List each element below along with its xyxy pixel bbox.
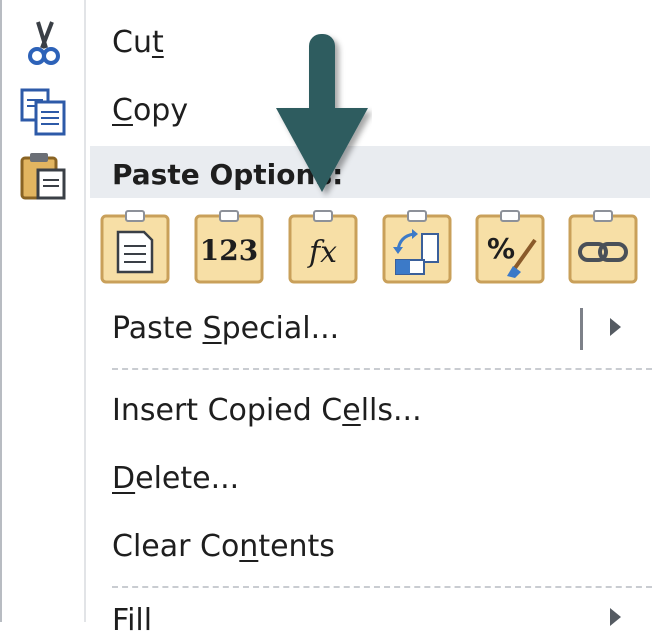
clear-contents-label-part: Clear Co: [112, 529, 240, 564]
down-arrow-icon: [276, 34, 368, 192]
chevron-right-icon[interactable]: [610, 318, 621, 336]
chevron-right-icon[interactable]: [610, 608, 621, 626]
formatting-button-text: %: [487, 232, 515, 265]
paste-transpose-button[interactable]: [382, 210, 452, 284]
gutter-divider: [84, 0, 86, 622]
cut-label-part: Cu: [112, 25, 152, 60]
paste-transpose-icon: [382, 210, 452, 284]
submenu-divider: [580, 308, 583, 350]
menu-item-paste-special[interactable]: Paste Special...: [112, 314, 339, 344]
scissors-icon: [16, 18, 72, 70]
paste-link-button[interactable]: [568, 210, 638, 284]
paste-formatting-icon: %: [475, 210, 545, 284]
menu-item-copy[interactable]: Copy: [112, 96, 188, 126]
paste-formulas-icon: fx: [288, 210, 358, 284]
insert-copied-accelerator: e: [342, 393, 361, 428]
copy-icon: [16, 86, 72, 138]
menu-item-fill[interactable]: Fill: [112, 606, 152, 636]
paste-document-icon: [100, 210, 170, 284]
formulas-button-text: fx: [307, 235, 337, 270]
paste-special-accelerator: S: [202, 311, 222, 346]
copy-accelerator: C: [112, 93, 133, 128]
cut-accelerator: t: [151, 25, 164, 60]
menu-separator: [112, 586, 652, 588]
menu-item-clear-contents[interactable]: Clear Contents: [112, 532, 335, 562]
paste-special-label-part: Paste: [112, 311, 203, 346]
paste-values-icon: 123: [194, 210, 264, 284]
insert-copied-label-end: lls...: [360, 393, 422, 428]
paste-formulas-button[interactable]: fx: [288, 210, 358, 284]
menu-item-insert-copied-cells[interactable]: Insert Copied Cells...: [112, 396, 422, 426]
paste-link-icon: [568, 210, 638, 284]
menu-separator: [112, 368, 652, 370]
clipboard-paste-icon: [16, 150, 72, 202]
delete-label-end: elete...: [135, 461, 240, 496]
insert-copied-label-part: Insert Copied C: [112, 393, 343, 428]
delete-accelerator: D: [112, 461, 136, 496]
fill-label: Fill: [112, 603, 153, 638]
copy-label-end: opy: [132, 93, 189, 128]
values-button-text: 123: [200, 234, 258, 267]
paste-values-button[interactable]: 123: [194, 210, 264, 284]
paste-button[interactable]: [100, 210, 170, 284]
menu-item-delete[interactable]: Delete...: [112, 464, 239, 494]
clear-contents-label-end: tents: [258, 529, 335, 564]
context-menu: Cut Copy Paste Options: 123 fx % Paste S…: [0, 0, 656, 636]
clear-contents-accelerator: n: [239, 529, 259, 564]
menu-item-cut[interactable]: Cut: [112, 28, 164, 58]
paste-special-label-end: pecial...: [221, 311, 340, 346]
paste-formatting-button[interactable]: %: [475, 210, 545, 284]
